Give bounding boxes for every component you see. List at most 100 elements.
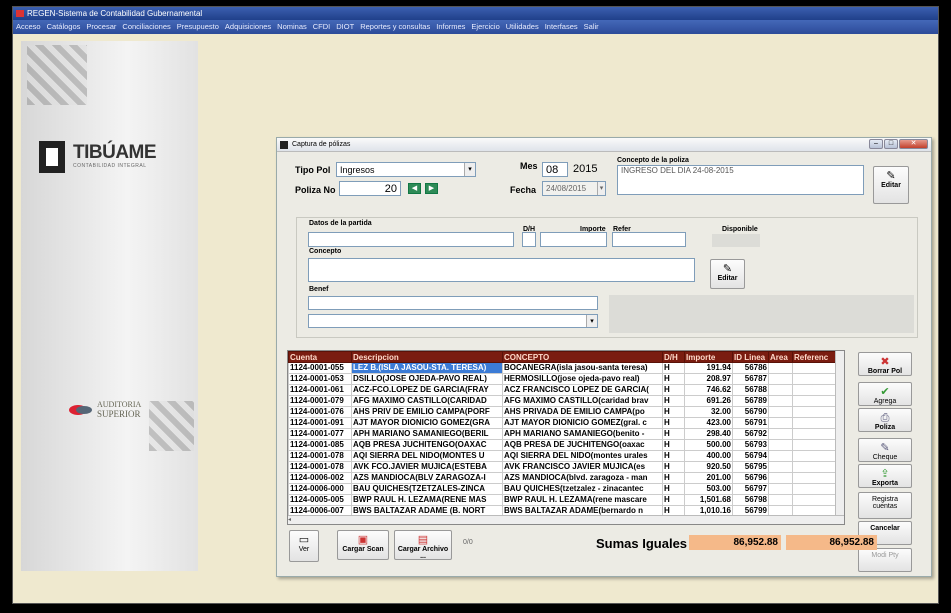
table-cell[interactable]: HERMOSILLO(jose ojeda-pavo real) bbox=[502, 373, 663, 385]
table-cell[interactable]: 746.62 bbox=[684, 384, 733, 396]
table-cell[interactable] bbox=[792, 439, 838, 451]
table-cell[interactable]: APH MARIANO SAMANIEGO(benito - bbox=[502, 428, 663, 440]
partidas-grid[interactable]: Cuenta Descripcion CONCEPTO D/H Importe ID Li… bbox=[287, 350, 845, 525]
grid-header-7[interactable]: Referenc bbox=[792, 351, 838, 363]
table-cell[interactable]: H bbox=[662, 450, 685, 462]
table-cell[interactable]: H bbox=[662, 373, 685, 385]
table-cell[interactable]: 503.00 bbox=[684, 483, 733, 495]
grid-header-0[interactable]: Cuenta bbox=[288, 351, 352, 363]
next-poliza-button[interactable]: ▶ bbox=[425, 183, 438, 194]
table-cell[interactable]: 1,501.68 bbox=[684, 494, 733, 506]
mes-field[interactable]: 08 bbox=[542, 162, 568, 177]
calendar-dropdown-icon[interactable]: ▾ bbox=[597, 182, 605, 195]
table-cell[interactable] bbox=[792, 450, 838, 462]
table-cell[interactable]: 1124-0001-053 bbox=[288, 373, 352, 385]
importe-field[interactable] bbox=[540, 232, 607, 247]
table-cell[interactable] bbox=[768, 373, 793, 385]
table-cell[interactable]: BAU QUICHES(tzetzalez - zinacantec bbox=[502, 483, 663, 495]
menu-item-8[interactable]: DIOT bbox=[336, 22, 354, 31]
grid-header-2[interactable]: CONCEPTO bbox=[502, 351, 663, 363]
table-cell[interactable]: AQB PRESA DE JUCHITENGO(oaxac bbox=[502, 439, 663, 451]
table-cell[interactable]: 56793 bbox=[732, 439, 769, 451]
table-cell[interactable]: AJT MAYOR DIONICIO GOMEZ(GRA bbox=[351, 417, 503, 429]
table-cell[interactable] bbox=[768, 384, 793, 396]
table-cell[interactable]: H bbox=[662, 472, 685, 484]
ver-button[interactable]: ▭ Ver bbox=[289, 530, 319, 562]
table-cell[interactable]: ACZ FRANCISCO LOPEZ DE GARCIA( bbox=[502, 384, 663, 396]
cargar-archivo-button[interactable]: ▤ Cargar Archivo ... bbox=[394, 530, 452, 560]
table-row[interactable]: 1124-0001-053 DSILLO(JOSE OJEDA-PAVO REAL… bbox=[288, 373, 838, 385]
table-row[interactable]: 1124-0001-079 AFG MAXIMO CASTILLO(CARIDAD… bbox=[288, 395, 838, 407]
grid-header-6[interactable]: Area bbox=[768, 351, 793, 363]
table-cell[interactable] bbox=[768, 494, 793, 506]
concepto-partida-field[interactable] bbox=[308, 258, 695, 282]
table-cell[interactable] bbox=[792, 384, 838, 396]
cargar-scan-button[interactable]: ▣ Cargar Scan bbox=[337, 530, 389, 560]
menu-item-5[interactable]: Adquisiciones bbox=[225, 22, 271, 31]
table-cell[interactable]: 1124-0001-055 bbox=[288, 362, 352, 374]
table-cell[interactable]: 500.00 bbox=[684, 439, 733, 451]
table-cell[interactable]: 423.00 bbox=[684, 417, 733, 429]
chevron-down-icon[interactable]: ▾ bbox=[464, 163, 475, 176]
table-cell[interactable] bbox=[792, 428, 838, 440]
table-cell[interactable] bbox=[768, 428, 793, 440]
table-cell[interactable]: 1124-0001-079 bbox=[288, 395, 352, 407]
minimize-button[interactable]: – bbox=[869, 139, 883, 149]
table-cell[interactable]: AQI SIERRA DEL NIDO(MONTES U bbox=[351, 450, 503, 462]
table-cell[interactable]: H bbox=[662, 395, 685, 407]
table-cell[interactable]: 400.00 bbox=[684, 450, 733, 462]
table-cell[interactable]: 56786 bbox=[732, 362, 769, 374]
table-cell[interactable]: 920.50 bbox=[684, 461, 733, 473]
table-row[interactable]: 1124-0006-002 AZS MANDIOCA(BLV ZARAGOZA-I… bbox=[288, 472, 838, 484]
table-cell[interactable]: H bbox=[662, 439, 685, 451]
table-cell[interactable]: 56792 bbox=[732, 428, 769, 440]
table-cell[interactable]: 1124-0005-005 bbox=[288, 494, 352, 506]
table-cell[interactable] bbox=[768, 483, 793, 495]
table-cell[interactable] bbox=[768, 395, 793, 407]
table-cell[interactable]: 1124-0001-061 bbox=[288, 384, 352, 396]
table-cell[interactable]: APH MARIANO SAMANIEGO(BERIL bbox=[351, 428, 503, 440]
table-cell[interactable]: AQB PRESA JUCHITENGO(OAXAC bbox=[351, 439, 503, 451]
table-cell[interactable]: 56789 bbox=[732, 395, 769, 407]
side-button-4[interactable]: ⇪ Exporta bbox=[858, 464, 912, 488]
table-cell[interactable]: 56791 bbox=[732, 417, 769, 429]
menu-item-1[interactable]: Catálogos bbox=[47, 22, 81, 31]
prev-poliza-button[interactable]: ◀ bbox=[408, 183, 421, 194]
table-cell[interactable]: AFG MAXIMO CASTILLO(caridad brav bbox=[502, 395, 663, 407]
side-button-5[interactable]: Registra cuentas bbox=[858, 492, 912, 519]
table-cell[interactable] bbox=[792, 417, 838, 429]
table-cell[interactable]: 208.97 bbox=[684, 373, 733, 385]
menu-item-3[interactable]: Conciliaciones bbox=[122, 22, 170, 31]
table-cell[interactable]: H bbox=[662, 406, 685, 418]
tipo-pol-select[interactable]: Ingresos ▾ bbox=[336, 162, 476, 177]
menu-item-7[interactable]: CFDI bbox=[313, 22, 331, 31]
table-cell[interactable] bbox=[768, 417, 793, 429]
table-cell[interactable]: BOCANEGRA(isla jasou-santa teresa) bbox=[502, 362, 663, 374]
grid-header-5[interactable]: ID Linea bbox=[732, 351, 769, 363]
grid-header-4[interactable]: Importe bbox=[684, 351, 733, 363]
table-cell[interactable]: 691.26 bbox=[684, 395, 733, 407]
table-row[interactable]: 1124-0001-091 AJT MAYOR DIONICIO GOMEZ(GR… bbox=[288, 417, 838, 429]
table-cell[interactable] bbox=[792, 395, 838, 407]
table-cell[interactable]: 1124-0006-000 bbox=[288, 483, 352, 495]
table-cell[interactable]: 56790 bbox=[732, 406, 769, 418]
table-cell[interactable] bbox=[792, 406, 838, 418]
editar-partida-button[interactable]: ✎ Editar bbox=[710, 259, 745, 289]
table-cell[interactable] bbox=[768, 362, 793, 374]
table-cell[interactable]: BWP RAUL H. LEZAMA(rene mascare bbox=[502, 494, 663, 506]
table-cell[interactable]: BWP RAUL H. LEZAMA(RENE MAS bbox=[351, 494, 503, 506]
table-row[interactable]: 1124-0001-076 AHS PRIV DE EMILIO CAMPA(PO… bbox=[288, 406, 838, 418]
table-cell[interactable]: 1124-0001-078 bbox=[288, 450, 352, 462]
table-cell[interactable]: 1124-0006-002 bbox=[288, 472, 352, 484]
fecha-picker[interactable]: 24/08/2015 ▾ bbox=[542, 181, 606, 196]
side-button-3[interactable]: ✎ Cheque bbox=[858, 438, 912, 462]
table-cell[interactable]: 56794 bbox=[732, 450, 769, 462]
table-cell[interactable] bbox=[792, 362, 838, 374]
table-row[interactable]: 1124-0006-000 BAU QUICHES(TZETZALES-ZINCA… bbox=[288, 483, 838, 495]
table-cell[interactable]: 56788 bbox=[732, 384, 769, 396]
table-cell[interactable] bbox=[768, 472, 793, 484]
side-button-7[interactable]: Modi Pty bbox=[858, 548, 912, 572]
table-cell[interactable]: 56787 bbox=[732, 373, 769, 385]
table-cell[interactable]: H bbox=[662, 428, 685, 440]
table-cell[interactable]: AZS MANDIOCA(blvd. zaragoza - man bbox=[502, 472, 663, 484]
